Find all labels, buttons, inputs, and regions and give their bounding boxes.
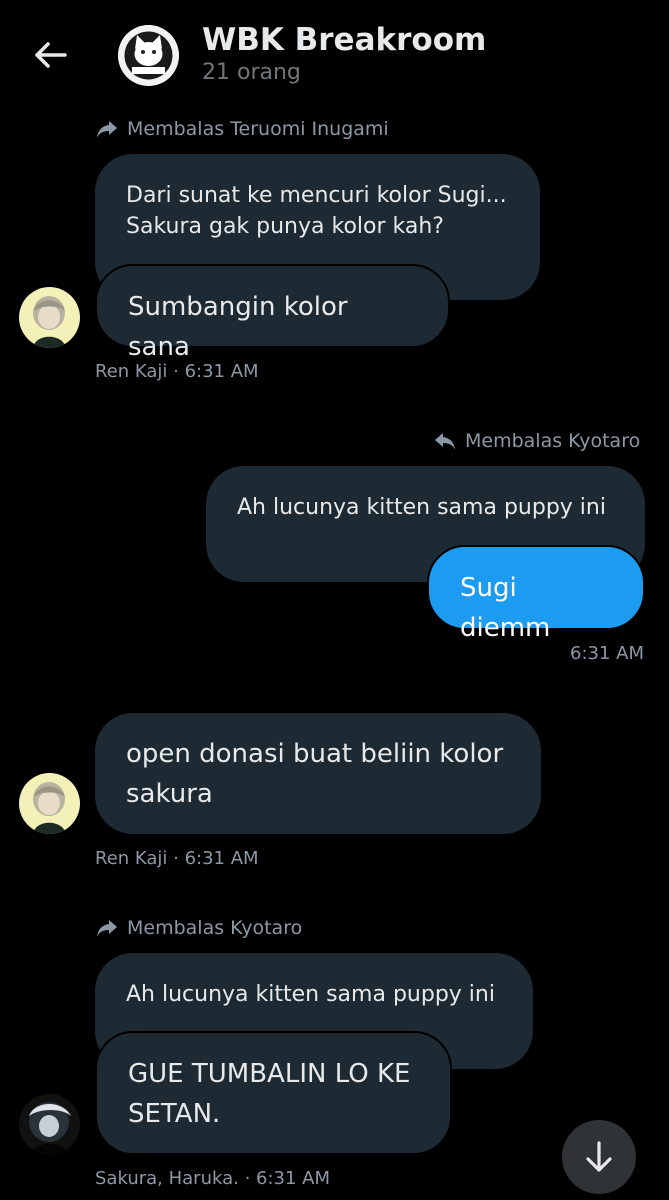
group-avatar[interactable] xyxy=(118,25,179,86)
reply-context: Membalas Kyotaro xyxy=(95,917,302,939)
forward-arrow-icon xyxy=(97,920,117,937)
own-message-bubble[interactable]: Sugi diemm xyxy=(427,545,645,643)
arrow-down-icon xyxy=(586,1141,612,1172)
message-meta: Ren Kaji · 6:31 AM xyxy=(95,848,259,869)
cat-logo-icon xyxy=(118,25,179,86)
scroll-to-bottom-button[interactable] xyxy=(562,1120,636,1194)
reply-arrow-icon xyxy=(435,433,455,450)
reply-label: Membalas Kyotaro xyxy=(127,917,303,939)
group-title: WBK Breakroom xyxy=(202,22,487,58)
reply-context: Membalas Teruomi Inugami xyxy=(95,118,389,140)
forward-arrow-icon xyxy=(97,121,117,138)
avatar[interactable] xyxy=(19,287,80,348)
message-meta: Sakura, Haruka. · 6:31 AM xyxy=(95,1168,330,1189)
avatar[interactable] xyxy=(19,773,80,834)
member-count: 21 orang xyxy=(202,60,301,85)
arrow-left-icon xyxy=(35,42,67,68)
reply-context: Membalas Kyotaro xyxy=(433,430,640,452)
ren-kaji-avatar-icon xyxy=(19,287,80,348)
reply-label: Membalas Teruomi Inugami xyxy=(127,118,389,140)
message-bubble[interactable]: open donasi buat beliin kolor sakura xyxy=(95,713,541,834)
back-button[interactable] xyxy=(28,30,72,80)
message-bubble[interactable]: Sumbangin kolor sana xyxy=(95,264,450,362)
message-meta: Ren Kaji · 6:31 AM xyxy=(95,361,259,382)
message-meta: 6:31 AM xyxy=(570,643,644,664)
avatar[interactable] xyxy=(19,1094,80,1155)
sakura-haruka-avatar-icon xyxy=(19,1094,80,1155)
message-bubble[interactable]: GUE TUMBALIN LO KE SETAN. xyxy=(95,1031,452,1155)
reply-label: Membalas Kyotaro xyxy=(465,430,641,452)
ren-kaji-avatar-icon xyxy=(19,773,80,834)
